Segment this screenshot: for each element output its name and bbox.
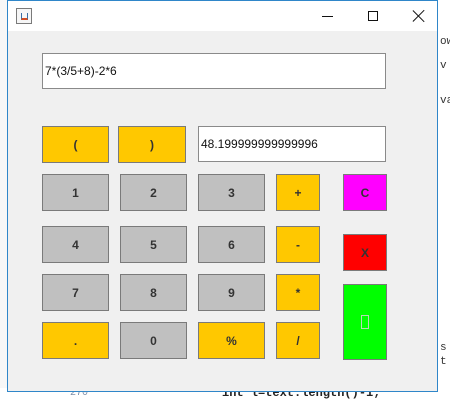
open-paren-button[interactable]: ( — [42, 126, 109, 163]
calculator-window: 7*(3/5+8)-2*6 ( ) 48.199999999999996 1 2… — [7, 0, 438, 392]
digit-4-button[interactable]: 4 — [42, 226, 109, 263]
expression-field[interactable]: 7*(3/5+8)-2*6 — [42, 53, 386, 89]
decimal-button[interactable]: . — [42, 322, 109, 359]
maximize-button[interactable] — [350, 1, 396, 31]
bg-text: va — [440, 95, 450, 107]
digit-9-button[interactable]: 9 — [198, 274, 265, 311]
minimize-icon — [321, 15, 333, 17]
digit-7-button[interactable]: 7 — [42, 274, 109, 311]
equals-button[interactable] — [343, 284, 387, 360]
java-icon[interactable] — [16, 8, 32, 24]
digit-1-button[interactable]: 1 — [42, 174, 109, 211]
close-paren-button[interactable]: ) — [118, 126, 186, 163]
digit-5-button[interactable]: 5 — [120, 226, 187, 263]
percent-button[interactable]: % — [198, 322, 265, 359]
result-field[interactable]: 48.199999999999996 — [198, 126, 386, 162]
digit-8-button[interactable]: 8 — [120, 274, 187, 311]
divide-button[interactable]: / — [276, 322, 320, 359]
bg-text: ow — [440, 36, 450, 48]
multiply-button[interactable]: * — [276, 274, 320, 311]
digit-2-button[interactable]: 2 — [120, 174, 187, 211]
bg-text: s — [440, 342, 447, 354]
plus-button[interactable]: + — [276, 174, 320, 211]
title-bar[interactable] — [8, 1, 437, 31]
equals-glyph-icon — [361, 315, 369, 329]
clear-button[interactable]: C — [343, 174, 387, 211]
digit-3-button[interactable]: 3 — [198, 174, 265, 211]
minimize-button[interactable] — [304, 1, 350, 31]
digit-6-button[interactable]: 6 — [198, 226, 265, 263]
delete-button[interactable]: X — [343, 234, 387, 271]
digit-0-button[interactable]: 0 — [120, 322, 187, 359]
close-button[interactable] — [396, 1, 442, 31]
bg-text: t — [440, 356, 447, 368]
maximize-icon — [368, 11, 378, 21]
minus-button[interactable]: - — [276, 226, 320, 263]
bg-text: v — [440, 60, 447, 72]
close-icon — [412, 9, 426, 23]
